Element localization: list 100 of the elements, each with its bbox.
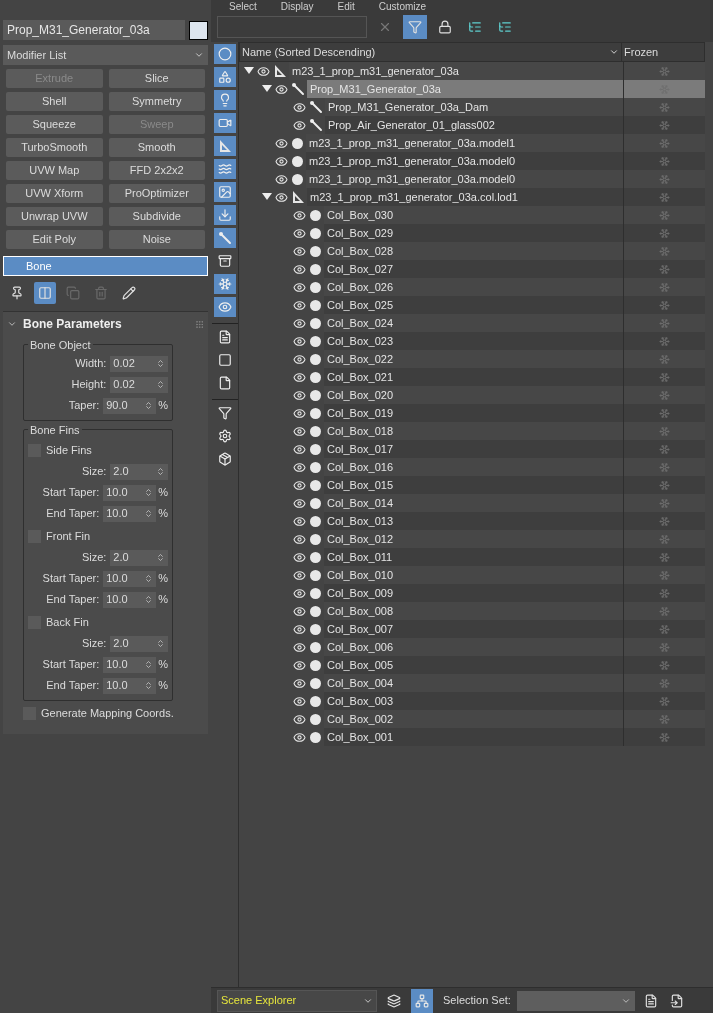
expand-arrow-icon[interactable]: [262, 193, 272, 201]
tree-item[interactable]: m23_1_prop_m31_generator_03a.model0: [306, 152, 623, 170]
eye-icon[interactable]: [293, 226, 306, 240]
modifier-button[interactable]: Unwrap UVW: [6, 207, 103, 226]
camera-toggle[interactable]: [213, 113, 236, 133]
tree-item[interactable]: m23_1_prop_m31_generator_03a.col.lod1: [307, 188, 623, 206]
search-field[interactable]: [217, 16, 367, 38]
bone-stick-toggle[interactable]: [213, 228, 236, 248]
tree-item[interactable]: Col_Box_023: [324, 332, 623, 350]
eye-icon[interactable]: [293, 622, 306, 636]
modifier-button[interactable]: ProOptimizer: [108, 184, 205, 203]
eye-icon[interactable]: [293, 568, 306, 582]
eye-icon[interactable]: [293, 442, 306, 456]
tree-item[interactable]: Col_Box_007: [324, 620, 623, 638]
modifier-button[interactable]: FFD 2x2x2: [108, 161, 205, 180]
eye-icon[interactable]: [293, 118, 306, 132]
eye-icon[interactable]: [293, 316, 306, 330]
spinner-field[interactable]: 2.0: [110, 549, 168, 566]
modifier-button[interactable]: Shell: [6, 92, 103, 111]
eye-icon[interactable]: [293, 352, 306, 366]
eye-icon[interactable]: [293, 586, 306, 600]
eye-icon[interactable]: [293, 424, 306, 438]
eye-icon[interactable]: [293, 370, 306, 384]
hierarchy-view-button[interactable]: [411, 988, 433, 1013]
modifier-button[interactable]: Symmetry: [108, 92, 205, 111]
tree-item[interactable]: Prop_Air_Generator_01_glass002: [325, 116, 623, 134]
spinner-field[interactable]: 2.0: [110, 635, 168, 652]
tree-item[interactable]: Col_Box_011: [324, 548, 623, 566]
tree-item[interactable]: Col_Box_013: [324, 512, 623, 530]
bulb-toggle[interactable]: [213, 90, 236, 110]
eye-icon[interactable]: [293, 460, 306, 474]
modifier-list-dropdown[interactable]: Modifier List: [3, 45, 208, 65]
sphere-toggle[interactable]: [213, 44, 236, 64]
explorer-dropdown[interactable]: Scene Explorer: [217, 989, 377, 1012]
menu-item[interactable]: Customize: [378, 1, 427, 12]
tree-item[interactable]: Col_Box_027: [324, 260, 623, 278]
rollout-title[interactable]: Bone Parameters: [23, 315, 189, 333]
spinner-field[interactable]: 0.02: [110, 355, 168, 372]
eye-toggle[interactable]: [213, 297, 236, 317]
eye-icon[interactable]: [293, 388, 306, 402]
eye-icon[interactable]: [275, 82, 288, 96]
eye-icon[interactable]: [293, 100, 306, 114]
download-toggle[interactable]: [213, 205, 236, 225]
tree-item[interactable]: Col_Box_025: [324, 296, 623, 314]
tree-item[interactable]: Col_Box_019: [324, 404, 623, 422]
expand-arrow-icon[interactable]: [262, 85, 272, 93]
spinner-field[interactable]: 2.0: [110, 463, 168, 480]
modifier-button[interactable]: Edit Poly: [6, 230, 103, 249]
waves-toggle[interactable]: [213, 159, 236, 179]
eye-icon[interactable]: [293, 244, 306, 258]
framed-picture-toggle[interactable]: [213, 182, 236, 202]
tree-item[interactable]: Col_Box_005: [324, 656, 623, 674]
eye-icon[interactable]: [293, 298, 306, 312]
color-swatch[interactable]: [189, 20, 208, 40]
menu-item[interactable]: Edit: [337, 1, 355, 12]
spinner-field[interactable]: 10.0: [103, 591, 157, 608]
eye-icon[interactable]: [293, 406, 306, 420]
eye-icon[interactable]: [293, 334, 306, 348]
column-header[interactable]: Name (Sorted Descending): [240, 43, 622, 61]
eye-icon[interactable]: [275, 136, 288, 150]
eye-icon[interactable]: [293, 478, 306, 492]
column-header[interactable]: Frozen: [622, 43, 704, 61]
eye-icon[interactable]: [293, 532, 306, 546]
spinner-field[interactable]: 0.02: [110, 376, 168, 393]
eye-icon[interactable]: [293, 640, 306, 654]
tree-item[interactable]: Col_Box_003: [324, 692, 623, 710]
modifier-button[interactable]: Smooth: [108, 138, 205, 157]
eye-icon[interactable]: [293, 604, 306, 618]
menu-item[interactable]: Select: [229, 1, 257, 12]
eye-icon[interactable]: [293, 514, 306, 528]
tree-item[interactable]: Col_Box_017: [324, 440, 623, 458]
spinner-field[interactable]: 10.0: [103, 656, 157, 673]
eye-icon[interactable]: [293, 496, 306, 510]
eye-icon[interactable]: [293, 208, 306, 222]
expand-arrow-icon[interactable]: [244, 67, 254, 75]
eye-icon[interactable]: [293, 550, 306, 564]
modifier-button[interactable]: UVW Xform: [6, 184, 103, 203]
eye-icon[interactable]: [275, 190, 288, 204]
eye-icon[interactable]: [257, 64, 270, 78]
eye-icon[interactable]: [293, 676, 306, 690]
modifier-button[interactable]: TurboSmooth: [6, 138, 103, 157]
modifier-button[interactable]: Subdivide: [108, 207, 205, 226]
eye-icon[interactable]: [275, 154, 288, 168]
eye-icon[interactable]: [293, 694, 306, 708]
tree-item[interactable]: Col_Box_029: [324, 224, 623, 242]
shapes-toggle[interactable]: [213, 67, 236, 87]
eye-icon[interactable]: [293, 262, 306, 276]
tree-item[interactable]: Col_Box_021: [324, 368, 623, 386]
menu-item[interactable]: Display: [280, 1, 314, 12]
eye-icon[interactable]: [293, 658, 306, 672]
tree-item[interactable]: Col_Box_009: [324, 584, 623, 602]
eye-icon[interactable]: [293, 712, 306, 726]
modifier-button[interactable]: UVW Map: [6, 161, 103, 180]
tree-item[interactable]: Col_Box_015: [324, 476, 623, 494]
eye-icon[interactable]: [293, 280, 306, 294]
spinner-field[interactable]: 90.0: [103, 397, 157, 414]
eye-icon[interactable]: [293, 730, 306, 744]
spinner-field[interactable]: 10.0: [103, 484, 157, 501]
modifier-button[interactable]: Slice: [108, 69, 205, 88]
spinner-field[interactable]: 10.0: [103, 505, 157, 522]
